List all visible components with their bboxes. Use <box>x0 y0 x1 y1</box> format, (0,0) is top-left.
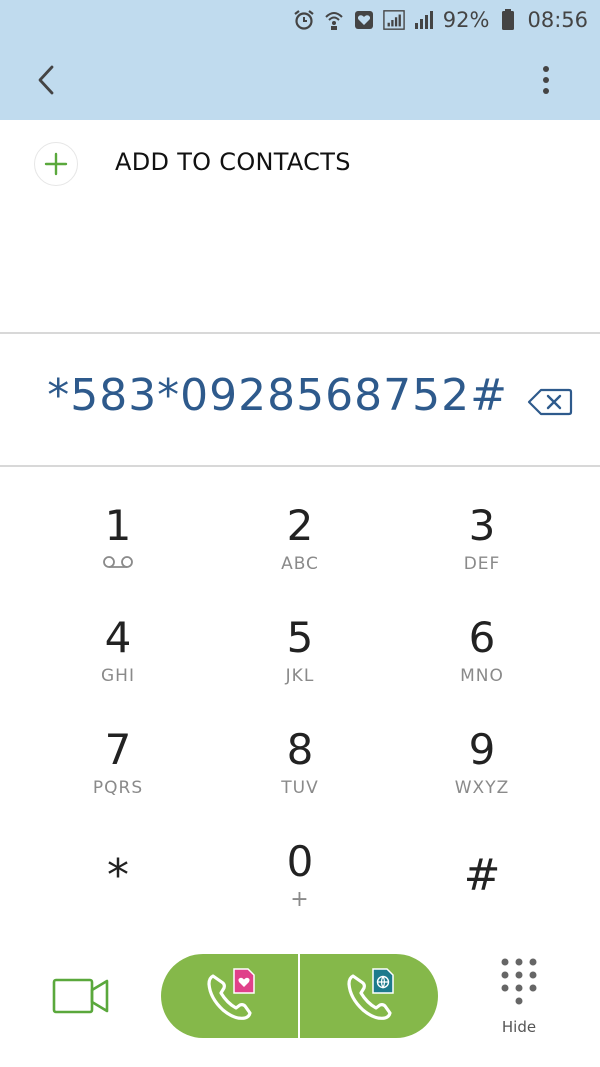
backspace-button[interactable] <box>526 382 574 422</box>
call-buttons <box>161 954 438 1038</box>
key-letters: DEF <box>463 554 501 574</box>
key-digit: 6 <box>468 613 496 662</box>
key-letters: MNO <box>460 666 504 686</box>
key-7[interactable]: 7 PQRS <box>38 724 198 824</box>
key-letters: JKL <box>285 666 315 686</box>
key-9[interactable]: 9 WXYZ <box>402 724 562 824</box>
voicemail-icon <box>38 552 198 576</box>
call-action-bar: Hide <box>0 940 600 1050</box>
key-8[interactable]: 8 TUV <box>220 724 380 824</box>
keypad-icon <box>501 958 537 1005</box>
key-digit: * <box>107 850 129 901</box>
dial-number-display[interactable]: *583*0928568752# <box>0 340 600 460</box>
signal-sim2-icon <box>413 9 435 31</box>
key-hash[interactable]: # <box>402 826 562 926</box>
key-digit: 3 <box>468 501 496 550</box>
divider-bottom <box>0 465 600 467</box>
key-letters: ABC <box>281 554 319 574</box>
call-sim2-button[interactable] <box>300 954 439 1038</box>
key-letters: + <box>290 887 310 912</box>
key-digit: 8 <box>286 725 314 774</box>
key-1[interactable]: 1 <box>38 500 198 600</box>
status-bar: 92% 08:56 <box>0 0 600 40</box>
wifi-calling-icon <box>323 9 345 31</box>
back-button[interactable] <box>24 56 68 104</box>
key-4[interactable]: 4 GHI <box>38 612 198 712</box>
key-2[interactable]: 2 ABC <box>220 500 380 600</box>
key-star[interactable]: * <box>38 826 198 926</box>
battery-percent: 92% <box>442 8 490 32</box>
key-letters: TUV <box>281 778 319 798</box>
alarm-icon <box>293 9 315 31</box>
key-digit: 9 <box>468 725 496 774</box>
key-3[interactable]: 3 DEF <box>402 500 562 600</box>
battery-icon <box>497 9 519 31</box>
add-to-contacts-label: ADD TO CONTACTS <box>115 148 351 176</box>
clock: 08:56 <box>527 8 588 32</box>
sim-heart-icon <box>233 968 255 994</box>
sim-globe-icon <box>371 968 394 994</box>
backspace-icon <box>527 388 573 416</box>
key-digit: 5 <box>286 613 314 662</box>
video-call-button[interactable] <box>48 970 114 1022</box>
key-digit: 7 <box>104 725 132 774</box>
key-digit: 4 <box>104 613 132 662</box>
app-header: 92% 08:56 <box>0 0 600 120</box>
key-letters: WXYZ <box>454 778 510 798</box>
key-letters: GHI <box>101 666 135 686</box>
key-digit: 0 <box>286 837 314 886</box>
video-call-icon <box>52 978 109 1014</box>
call-sim1-button[interactable] <box>161 954 300 1038</box>
plus-icon <box>44 152 68 176</box>
add-contact-circle <box>34 142 78 186</box>
key-6[interactable]: 6 MNO <box>402 612 562 712</box>
key-digit: # <box>463 850 501 901</box>
key-5[interactable]: 5 JKL <box>220 612 380 712</box>
key-0[interactable]: 0 + <box>220 836 380 936</box>
more-options-button[interactable] <box>526 58 566 102</box>
more-vertical-icon <box>543 66 549 94</box>
hide-label: Hide <box>501 1018 537 1036</box>
key-letters: PQRS <box>92 778 144 798</box>
chevron-left-icon <box>38 65 54 95</box>
hide-keypad-button[interactable]: Hide <box>493 956 545 1042</box>
key-digit: 2 <box>286 501 314 550</box>
divider-top <box>0 332 600 334</box>
dialed-number: *583*0928568752# <box>47 370 508 421</box>
add-to-contacts-button[interactable]: ADD TO CONTACTS <box>0 120 600 204</box>
signal-sim1-icon <box>383 9 405 31</box>
heart-sim-icon <box>353 9 375 31</box>
key-digit: 1 <box>104 501 132 550</box>
